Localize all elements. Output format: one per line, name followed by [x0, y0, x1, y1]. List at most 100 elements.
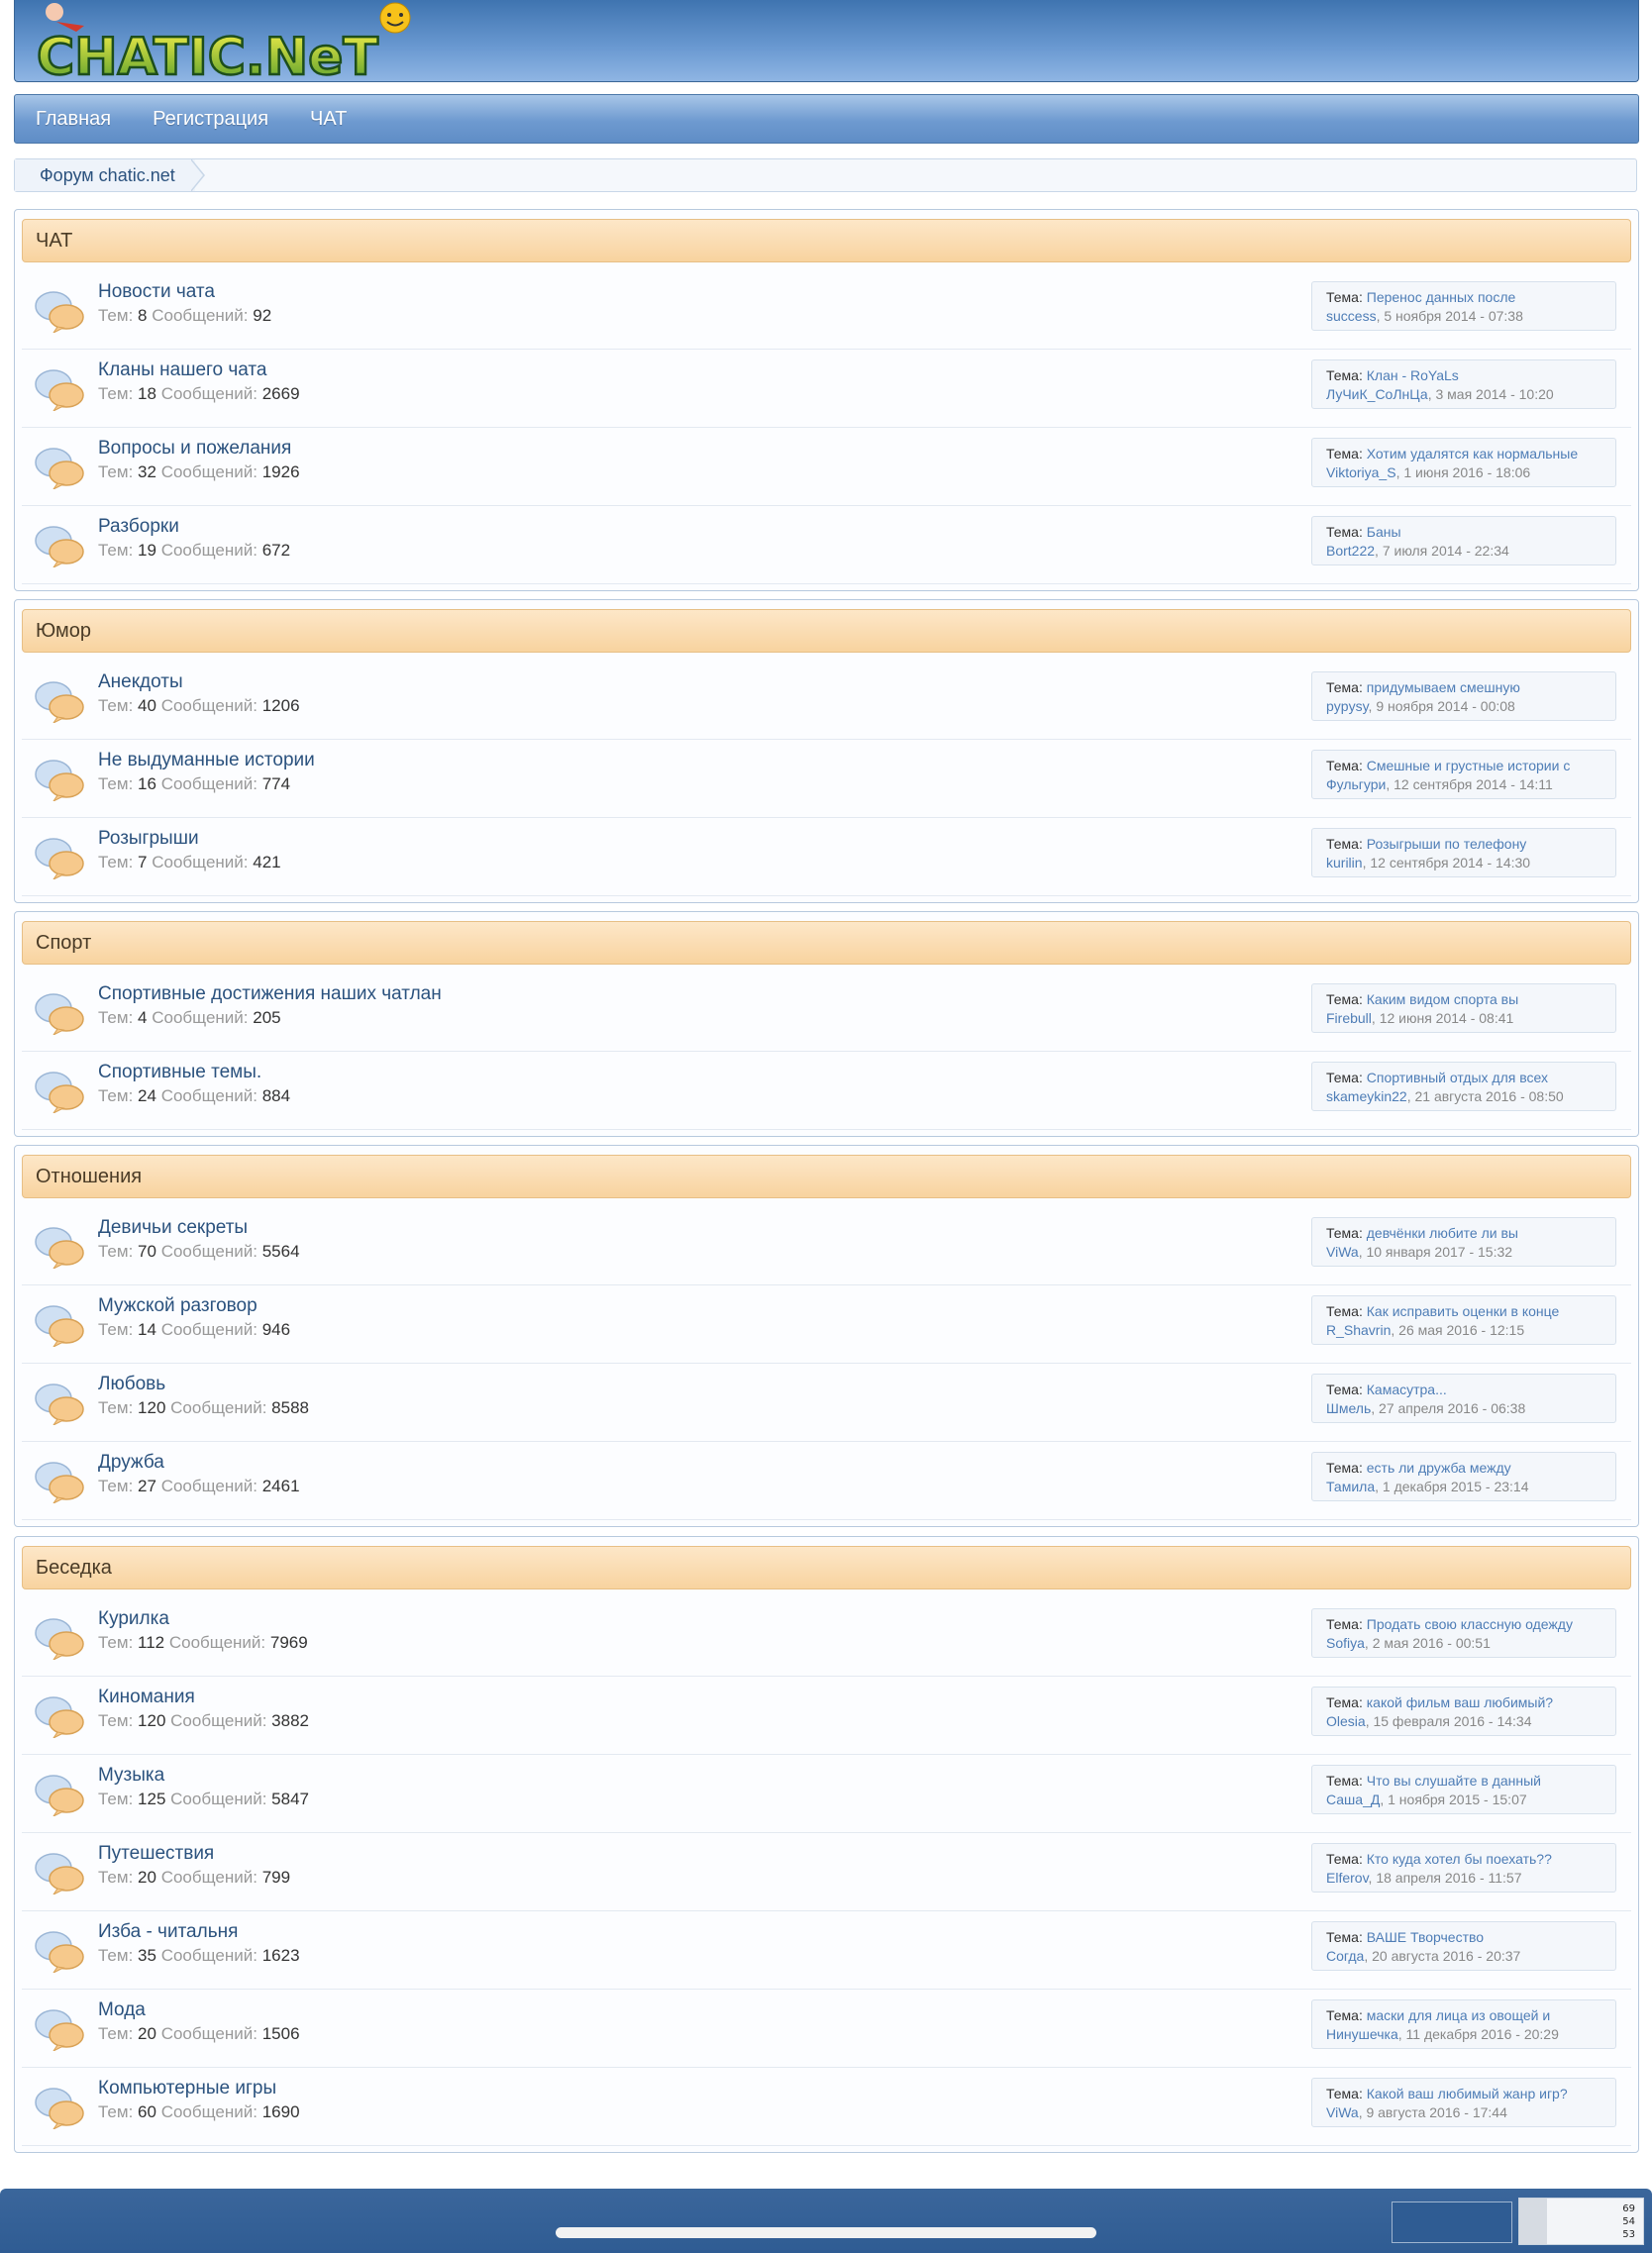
forum-row: Курилка Тем: 112 Сообщений: 7969 Тема: Про… [22, 1598, 1631, 1677]
forum-speech-bubble-icon [34, 1694, 85, 1740]
forum-title-link[interactable]: Киномания [98, 1687, 195, 1708]
forum-title-link[interactable]: Мужской разговор [98, 1295, 258, 1317]
threads-count: 20 [138, 1868, 156, 1887]
threads-label: Тем: [98, 1477, 134, 1495]
last-user-link[interactable]: kurilin [1326, 855, 1363, 870]
nav-register-link[interactable]: Регистрация [153, 108, 268, 131]
last-user-link[interactable]: ViWa [1326, 2104, 1359, 2120]
messages-label: Сообщений: [152, 306, 249, 325]
forum-row: Новости чата Тем: 8 Сообщений: 92 Тема: Пе… [22, 271, 1631, 350]
threads-count: 19 [138, 541, 156, 560]
forum-title-link[interactable]: Путешествия [98, 1843, 214, 1865]
forum-stats: Тем: 4 Сообщений: 205 [98, 1008, 281, 1028]
last-user-link[interactable]: ViWa [1326, 1244, 1359, 1260]
category-title[interactable]: Беседка [22, 1546, 1631, 1589]
last-user-link[interactable]: ЛуЧиК_СоЛнЦа [1326, 386, 1428, 402]
forum-title-link[interactable]: Вопросы и пожелания [98, 438, 291, 460]
last-topic-link[interactable]: Как исправить оценки в конце [1367, 1303, 1560, 1319]
forum-title-link[interactable]: Дружба [98, 1452, 164, 1474]
forum-title-link[interactable]: Изба - читальня [98, 1921, 238, 1943]
last-topic-link[interactable]: Камасутра... [1367, 1382, 1447, 1397]
site-logo[interactable]: CHATIC.NeT [27, 0, 433, 81]
last-topic-link[interactable]: Хотим удалятся как нормальные [1367, 446, 1578, 461]
last-topic-link[interactable]: какой фильм ваш любимый? [1367, 1694, 1553, 1710]
nav-chat-link[interactable]: ЧАТ [310, 108, 347, 131]
last-topic-link[interactable]: Кто куда хотел бы поехать?? [1367, 1851, 1552, 1867]
last-topic-link[interactable]: Продать свою классную одежду [1367, 1616, 1573, 1632]
last-user-link[interactable]: R_Shavrin [1326, 1322, 1391, 1338]
last-topic-link[interactable]: Перенос данных после [1367, 289, 1516, 305]
last-user-link[interactable]: pypysy [1326, 698, 1369, 714]
forum-title-link[interactable]: Розыгрыши [98, 828, 199, 850]
last-user-link[interactable]: Нинушечка [1326, 2026, 1398, 2042]
category-title[interactable]: Юмор [22, 609, 1631, 653]
forum-title-link[interactable]: Спортивные темы. [98, 1062, 261, 1083]
last-post-box: Тема: Баны Bort222, 7 июля 2014 - 22:34 [1311, 516, 1616, 565]
forum-stats: Тем: 7 Сообщений: 421 [98, 853, 281, 872]
last-post-date: 7 июля 2014 - 22:34 [1382, 543, 1509, 559]
last-topic-link[interactable]: Баны [1367, 524, 1401, 540]
forum-title-link[interactable]: Анекдоты [98, 671, 183, 693]
last-topic-link[interactable]: Смешные и грустные истории с [1367, 758, 1571, 773]
topic-label: Тема: [1326, 2086, 1363, 2101]
visit-counter[interactable]: 69 54 53 [1518, 2198, 1644, 2245]
forum-title-link[interactable]: Курилка [98, 1608, 169, 1630]
threads-label: Тем: [98, 1008, 134, 1027]
forum-title-link[interactable]: Спортивные достижения наших чатлан [98, 983, 442, 1005]
forum-title-link[interactable]: Музыка [98, 1765, 164, 1787]
last-user-link[interactable]: success [1326, 308, 1377, 324]
last-user-link[interactable]: skameykin22 [1326, 1088, 1407, 1104]
last-user-link[interactable]: Согда [1326, 1948, 1364, 1964]
last-post-box: Тема: Как исправить оценки в конце R_Shav… [1311, 1295, 1616, 1345]
forum-speech-bubble-icon [34, 2007, 85, 2053]
last-user-link[interactable]: Bort222 [1326, 543, 1375, 559]
last-topic-link[interactable]: Спортивный отдых для всех [1367, 1070, 1548, 1085]
category-title[interactable]: Отношения [22, 1155, 1631, 1198]
threads-count: 4 [138, 1008, 148, 1027]
last-user-link[interactable]: Sofiya [1326, 1635, 1365, 1651]
forum-title-link[interactable]: Мода [98, 1999, 146, 2021]
forum-title-link[interactable]: Новости чата [98, 281, 215, 303]
forum-title-link[interactable]: Кланы нашего чата [98, 359, 266, 381]
forum-title-link[interactable]: Не выдуманные истории [98, 750, 315, 771]
forum-row: Спортивные темы. Тем: 24 Сообщений: 884 Те… [22, 1052, 1631, 1130]
last-user-link[interactable]: Elferov [1326, 1870, 1369, 1886]
last-user-link[interactable]: Шмель [1326, 1400, 1371, 1416]
forum-row: Анекдоты Тем: 40 Сообщений: 1206 Тема: при… [22, 662, 1631, 740]
forum-title-link[interactable]: Разборки [98, 516, 179, 538]
last-post-date: 26 мая 2016 - 12:15 [1398, 1322, 1525, 1338]
last-topic-link[interactable]: придумываем смешную [1367, 679, 1520, 695]
last-topic-link[interactable]: Каким видом спорта вы [1367, 991, 1518, 1007]
last-user-link[interactable]: Фульгури [1326, 776, 1386, 792]
forum-speech-bubble-icon [34, 524, 85, 569]
threads-label: Тем: [98, 306, 134, 325]
last-topic-link[interactable]: Розыгрыши по телефону [1367, 836, 1527, 852]
category-title[interactable]: Спорт [22, 921, 1631, 965]
forum-row: Мужской разговор Тем: 14 Сообщений: 946 Те… [22, 1285, 1631, 1364]
last-user-link[interactable]: Viktoriya_S [1326, 464, 1396, 480]
home-indicator[interactable] [556, 2227, 1096, 2238]
nav-home-link[interactable]: Главная [36, 108, 111, 131]
last-post-box: Тема: какой фильм ваш любимый? Olesia, 15… [1311, 1687, 1616, 1736]
last-user-link[interactable]: Саша_Д [1326, 1792, 1380, 1807]
last-topic-link[interactable]: Клан - RoYaLs [1367, 367, 1459, 383]
last-topic-link[interactable]: ВАШЕ Творчество [1367, 1929, 1484, 1945]
last-user-link[interactable]: Firebull [1326, 1010, 1372, 1026]
last-user-link[interactable]: Olesia [1326, 1713, 1366, 1729]
messages-label: Сообщений: [152, 853, 249, 871]
last-user-link[interactable]: Тамила [1326, 1479, 1375, 1494]
last-topic-link[interactable]: маски для лица из овощей и [1367, 2007, 1550, 2023]
forum-title-link[interactable]: Компьютерные игры [98, 2078, 276, 2099]
forum-title-link[interactable]: Девичьи секреты [98, 1217, 248, 1239]
last-topic-link[interactable]: есть ли дружба между [1367, 1460, 1511, 1476]
last-post-box: Тема: Что вы слушайте в данный Саша_Д, 1 … [1311, 1765, 1616, 1814]
threads-count: 60 [138, 2102, 156, 2121]
category-title[interactable]: ЧАТ [22, 219, 1631, 262]
forum-speech-bubble-icon [34, 1773, 85, 1818]
last-topic-link[interactable]: Что вы слушайте в данный [1367, 1773, 1541, 1789]
messages-label: Сообщений: [168, 1633, 266, 1652]
last-topic-link[interactable]: девчёнки любите ли вы [1367, 1225, 1518, 1241]
forum-title-link[interactable]: Любовь [98, 1374, 165, 1395]
last-topic-link[interactable]: Какой ваш любимый жанр игр? [1367, 2086, 1568, 2101]
breadcrumb-forum-home[interactable]: Форум chatic.net [15, 159, 195, 191]
